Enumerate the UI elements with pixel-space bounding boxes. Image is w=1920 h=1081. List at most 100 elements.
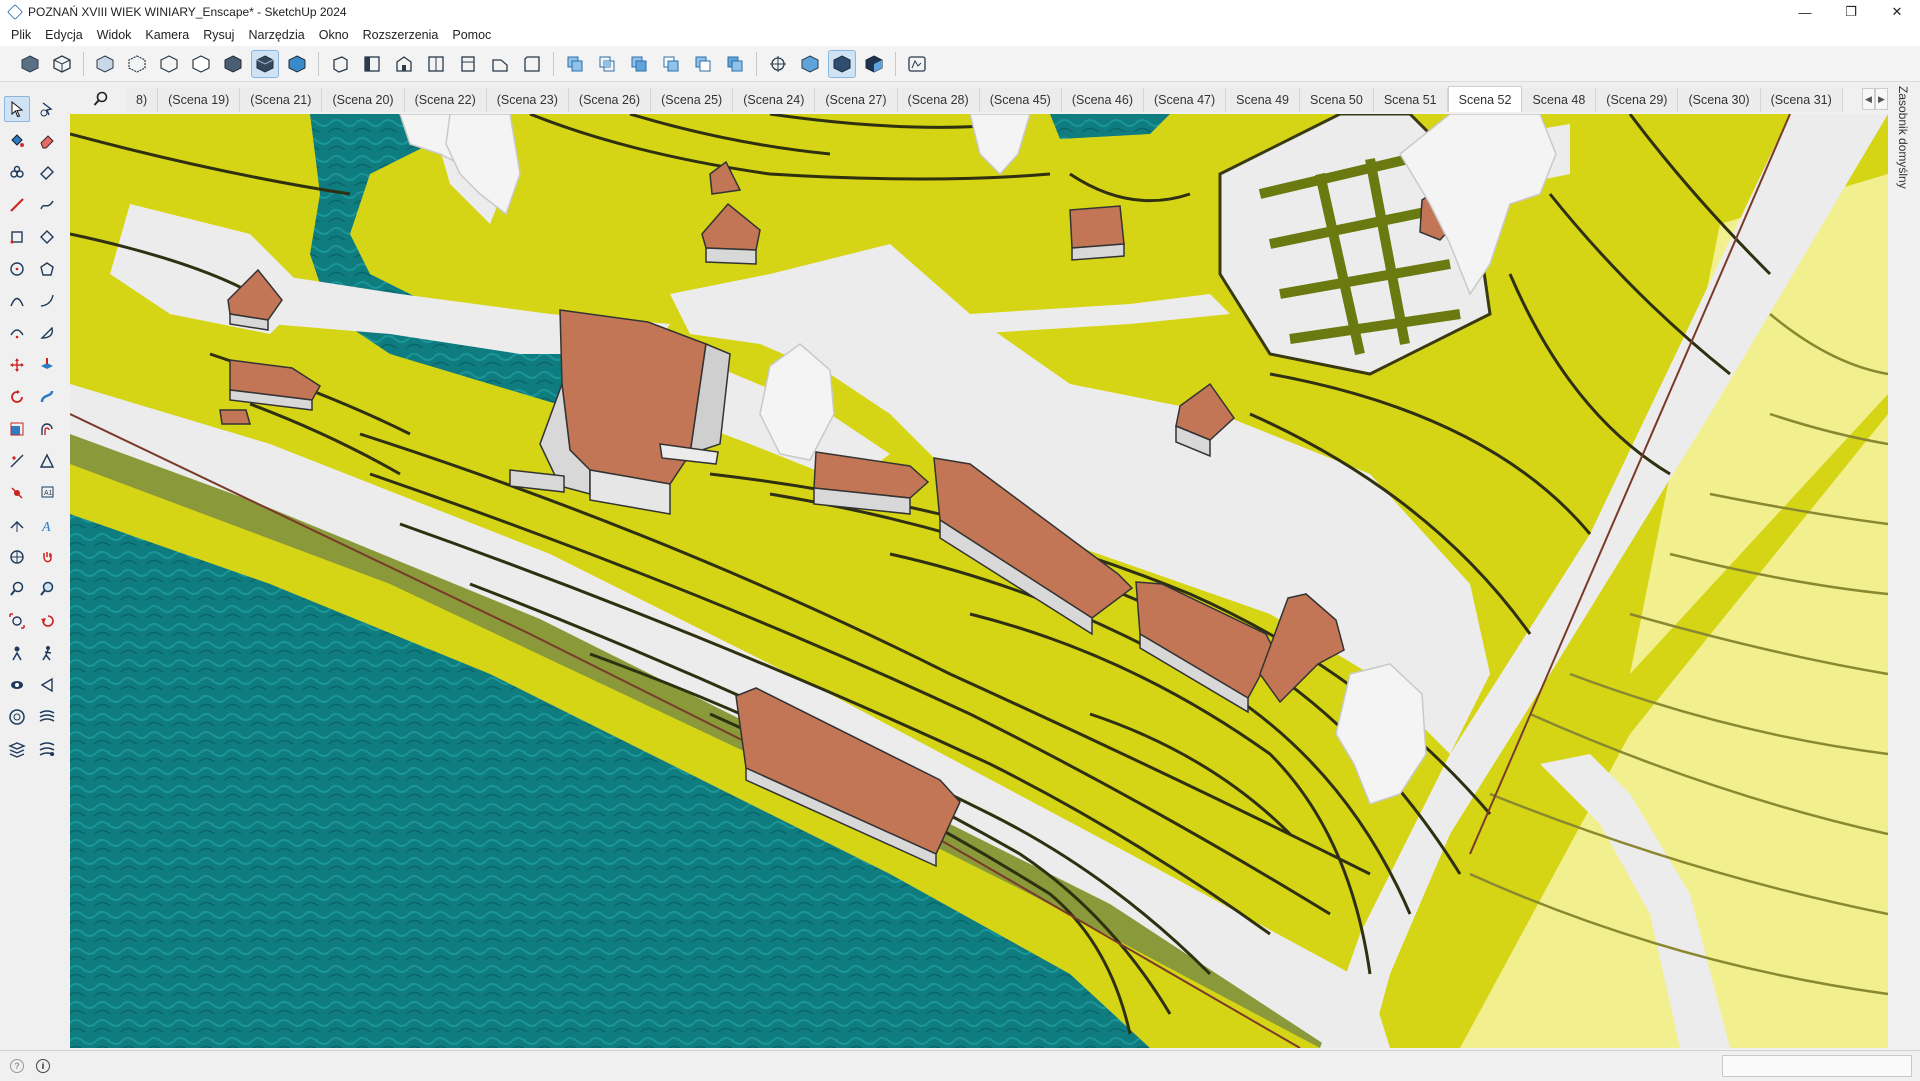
previous-view-icon[interactable] (34, 608, 60, 634)
scene-tab[interactable]: (Scena 22) (404, 88, 487, 112)
position-camera-icon[interactable] (4, 640, 30, 666)
info-icon[interactable]: i (36, 1059, 50, 1073)
minimize-button[interactable]: — (1782, 0, 1828, 24)
move-icon[interactable] (4, 352, 30, 378)
line-icon[interactable] (4, 192, 30, 218)
union-icon[interactable] (625, 50, 653, 78)
scene-tab[interactable]: (Scena 24) (733, 88, 816, 112)
rectangle-icon[interactable] (4, 224, 30, 250)
scroll-right-icon[interactable]: ▶ (1875, 88, 1888, 110)
tag-icon[interactable] (4, 160, 30, 186)
shaded-textures-icon[interactable] (251, 49, 279, 78)
menu-narzedzia[interactable]: Narzędzia (241, 28, 311, 42)
dimension-icon[interactable] (4, 480, 30, 506)
scene-tab[interactable]: (Scena 28) (897, 88, 980, 112)
split-icon[interactable] (721, 50, 749, 78)
scene-tab[interactable]: (Scena 47) (1144, 88, 1227, 112)
stamp-icon[interactable] (34, 704, 60, 730)
right-view-icon[interactable] (422, 50, 450, 78)
scene-tab-active[interactable]: Scena 52 (1447, 86, 1523, 112)
freehand-icon[interactable] (34, 192, 60, 218)
scene-tab[interactable]: (Scena 21) (240, 88, 323, 112)
left-view-icon[interactable] (486, 50, 514, 78)
scene-tab[interactable]: Scena 48 (1522, 88, 1597, 112)
model-viewport[interactable] (70, 114, 1888, 1048)
restore-button[interactable]: ❐ (1828, 0, 1874, 24)
look-around-icon[interactable] (4, 672, 30, 698)
offset-icon[interactable] (34, 416, 60, 442)
section-fill-icon[interactable] (860, 50, 888, 78)
axes-icon[interactable] (4, 512, 30, 538)
outer-shell-icon[interactable] (561, 50, 589, 78)
pie-icon[interactable] (34, 320, 60, 346)
back-edges-icon[interactable] (123, 50, 151, 78)
zoom-extents-icon[interactable] (4, 608, 30, 634)
scale-icon[interactable] (4, 416, 30, 442)
menu-widok[interactable]: Widok (90, 28, 139, 42)
iso-view-icon[interactable] (326, 50, 354, 78)
two-point-arc-icon[interactable] (34, 288, 60, 314)
3d-text-icon[interactable]: A (34, 512, 60, 538)
select-icon[interactable] (4, 96, 30, 122)
scene-tab[interactable]: (Scena 27) (815, 88, 898, 112)
three-point-arc-icon[interactable] (4, 320, 30, 346)
zoom-window-icon[interactable] (34, 576, 60, 602)
bottom-view-icon[interactable] (518, 50, 546, 78)
front-view-icon[interactable] (390, 50, 418, 78)
shaded-icon[interactable] (219, 50, 247, 78)
scene-tab[interactable]: (Scena 46) (1061, 88, 1144, 112)
orbit-icon[interactable] (4, 544, 30, 570)
drape-icon[interactable] (4, 736, 30, 762)
tape-icon[interactable] (34, 160, 60, 186)
pan-icon[interactable] (34, 544, 60, 570)
hidden-line-icon[interactable] (187, 50, 215, 78)
scene-tab[interactable]: (Scena 45) (979, 88, 1062, 112)
paint-bucket-icon[interactable] (4, 128, 30, 154)
rotated-rectangle-icon[interactable] (34, 224, 60, 250)
group-icon[interactable] (48, 50, 76, 78)
component-icon[interactable] (16, 50, 44, 78)
arc-icon[interactable] (4, 288, 30, 314)
scene-tab[interactable]: (Scena 25) (651, 88, 734, 112)
scene-tab[interactable]: Scena 50 (1299, 88, 1374, 112)
menu-okno[interactable]: Okno (312, 28, 356, 42)
push-pull-icon[interactable] (34, 352, 60, 378)
tape-measure-icon[interactable] (4, 448, 30, 474)
menu-kamera[interactable]: Kamera (138, 28, 196, 42)
protractor-icon[interactable] (34, 448, 60, 474)
close-button[interactable]: ✕ (1874, 0, 1920, 24)
scene-tab[interactable]: (Scena 31) (1760, 88, 1843, 112)
walk-icon[interactable] (34, 640, 60, 666)
scene-tab[interactable]: 8) (126, 88, 159, 112)
mono-icon[interactable] (283, 50, 311, 78)
scene-tab[interactable]: (Scena 20) (322, 88, 405, 112)
scene-tab[interactable]: (Scena 29) (1596, 88, 1679, 112)
subtract-icon[interactable] (657, 50, 685, 78)
default-tray-label[interactable]: Zasobnik domyślny (1896, 86, 1910, 189)
text-icon[interactable]: A1 (34, 480, 60, 506)
circle-icon[interactable] (4, 256, 30, 282)
display-sections-icon[interactable] (796, 50, 824, 78)
intersect-icon[interactable] (593, 50, 621, 78)
top-view-icon[interactable] (358, 50, 386, 78)
scene-tab[interactable]: Scena 49 (1226, 88, 1300, 112)
flip-icon[interactable] (34, 736, 60, 762)
scene-tab[interactable]: (Scena 19) (158, 88, 241, 112)
trim-icon[interactable] (689, 50, 717, 78)
measurements-input[interactable] (1722, 1055, 1912, 1077)
sandbox-icon[interactable] (4, 704, 30, 730)
menu-pomoc[interactable]: Pomoc (445, 28, 498, 42)
lasso-icon[interactable] (34, 96, 60, 122)
geolocation-icon[interactable]: ? (10, 1059, 24, 1073)
follow-me-icon[interactable] (34, 384, 60, 410)
scene-tab[interactable]: Scena 51 (1373, 88, 1448, 112)
model-info-icon[interactable] (903, 50, 931, 78)
section-cuts-icon[interactable] (828, 49, 856, 78)
menu-rozszerzenia[interactable]: Rozszerzenia (356, 28, 446, 42)
zoom-icon[interactable] (4, 576, 30, 602)
scene-tab[interactable]: (Scena 23) (486, 88, 569, 112)
eraser-icon[interactable] (34, 128, 60, 154)
menu-plik[interactable]: Plik (4, 28, 38, 42)
menu-rysuj[interactable]: Rysuj (196, 28, 241, 42)
polygon-icon[interactable] (34, 256, 60, 282)
